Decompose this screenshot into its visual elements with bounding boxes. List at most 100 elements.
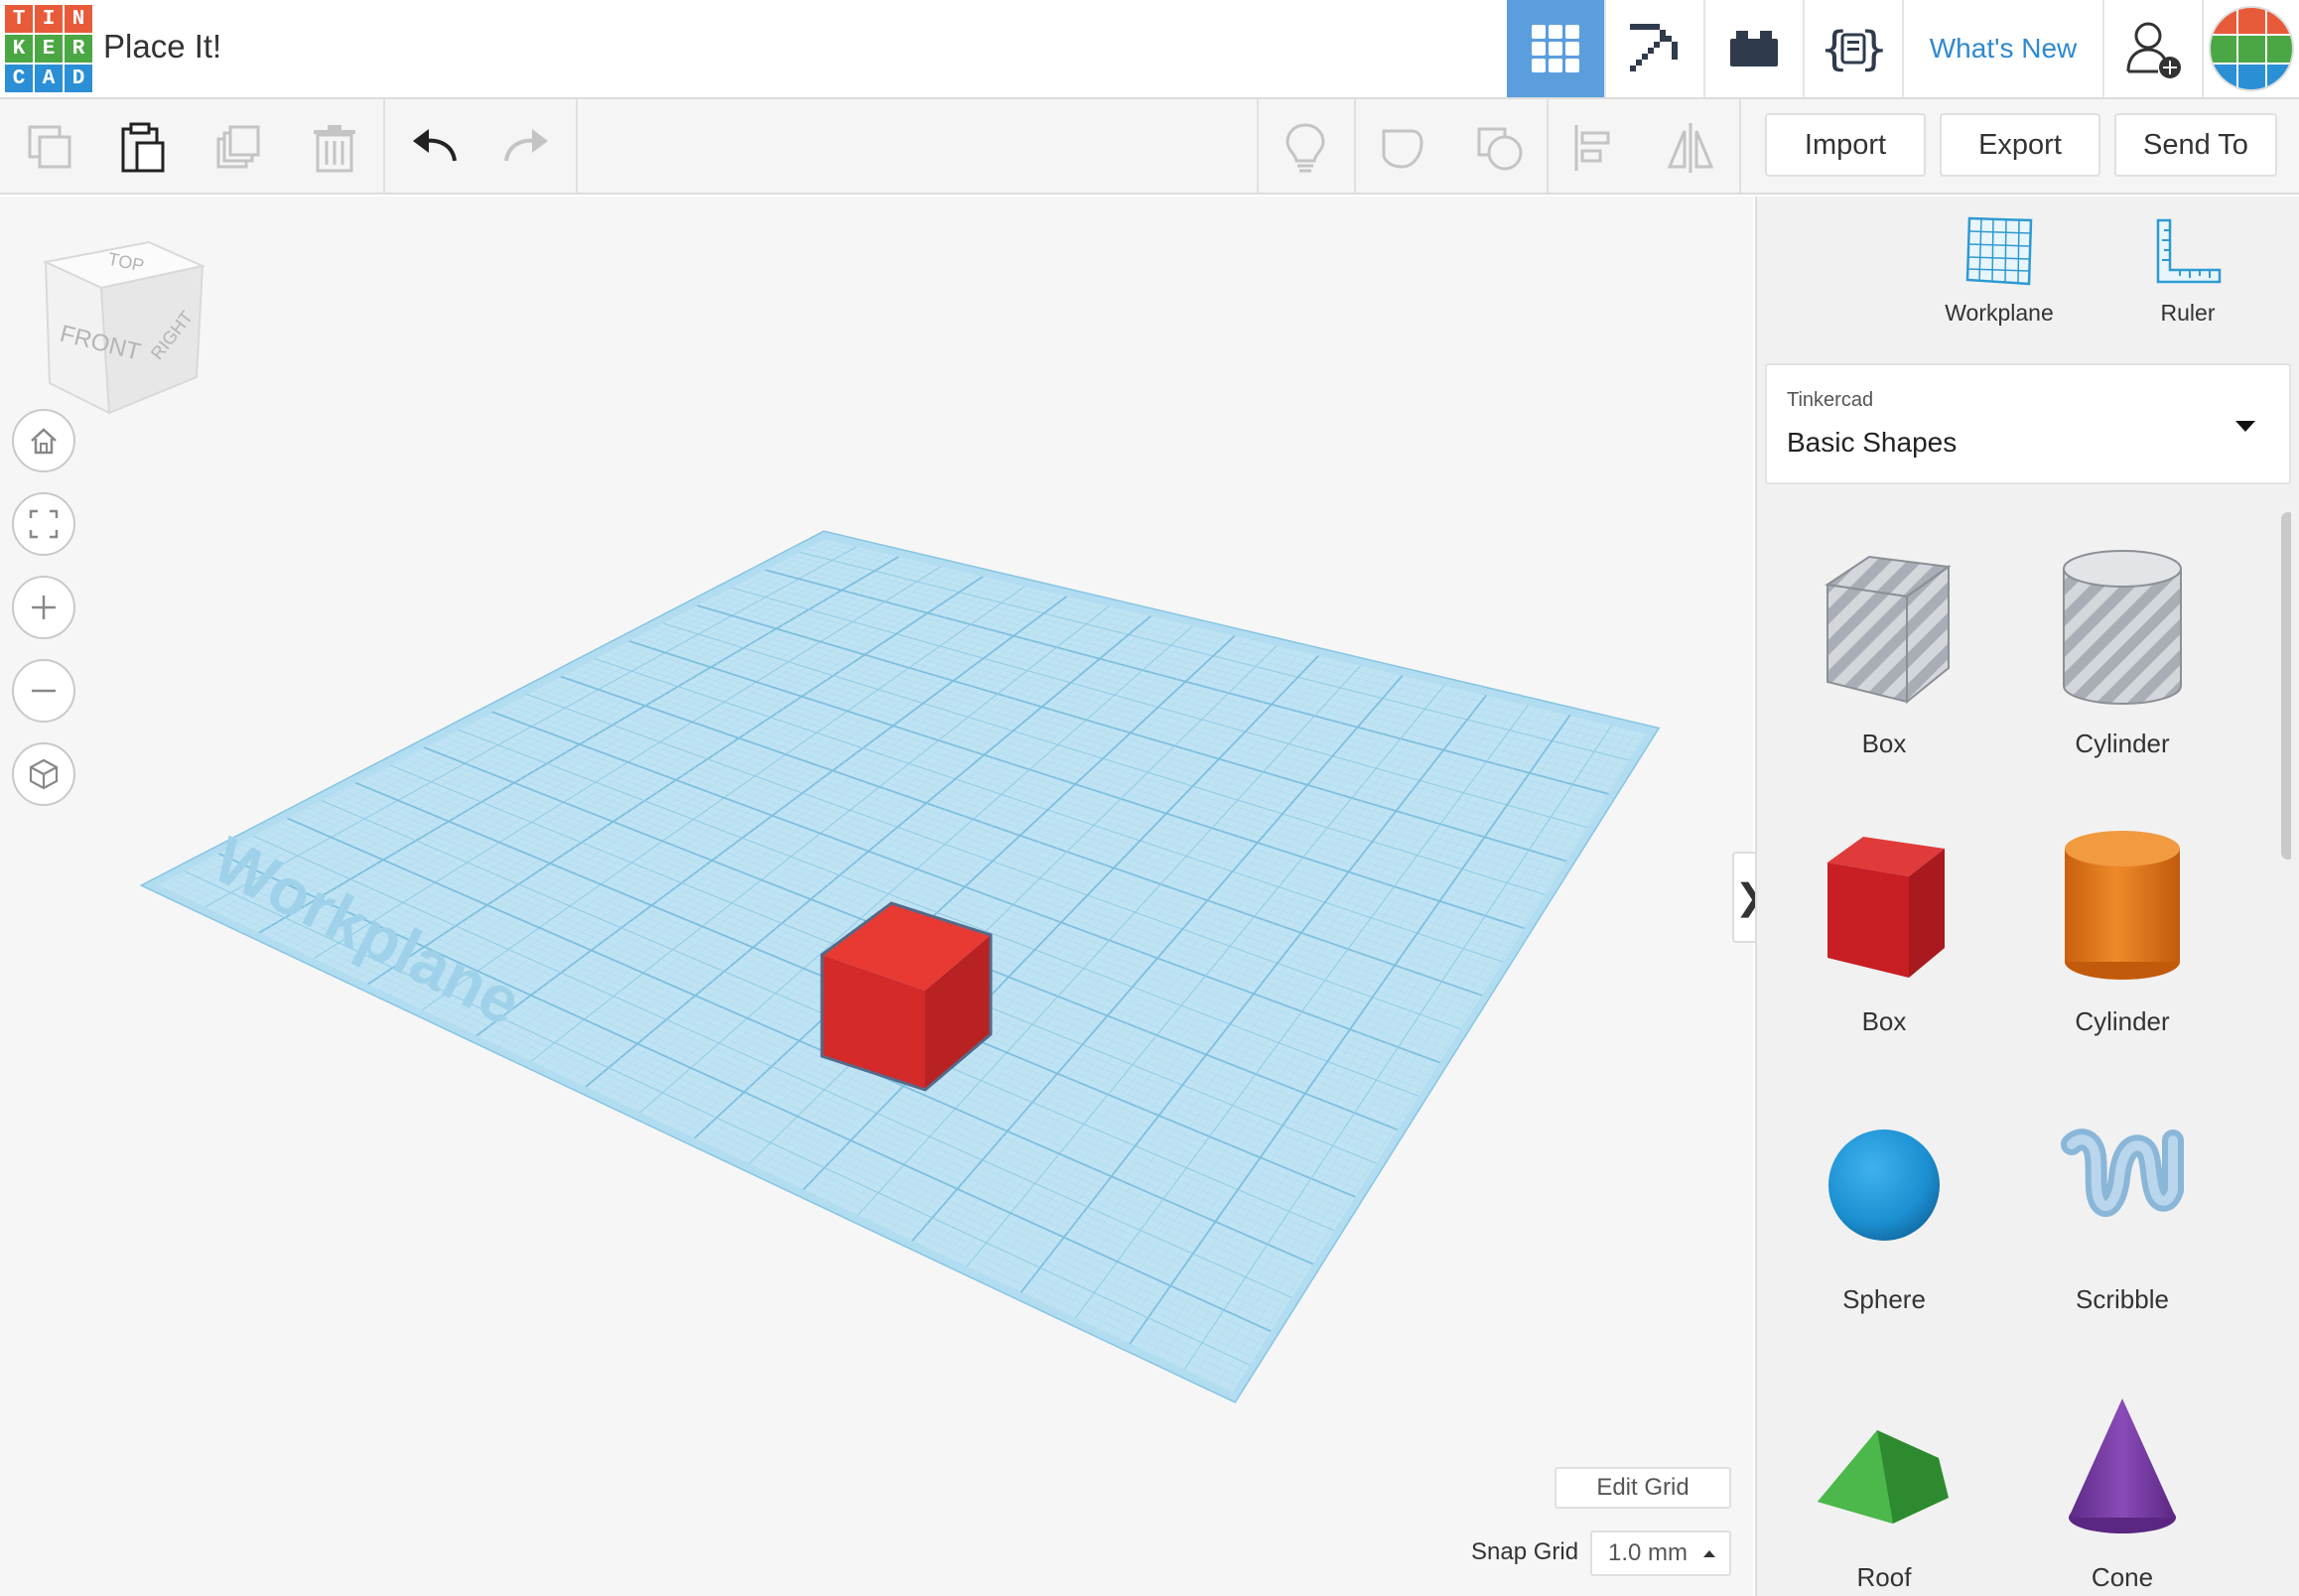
shape-label: Cylinder xyxy=(2075,729,2170,758)
shapes-panel: Workplane Ruler Tinkercad Basic Shapes B… xyxy=(1755,197,2299,1596)
snap-grid-select[interactable]: 1.0 mm xyxy=(1590,1530,1731,1576)
shape-label: Box xyxy=(1861,1006,1907,1036)
minecraft-view-button[interactable] xyxy=(1604,0,1703,97)
shape-box-hole[interactable]: Box xyxy=(1765,540,2003,818)
3d-design-view-button[interactable] xyxy=(1507,0,1604,97)
library-provider: Tinkercad xyxy=(1787,389,1874,411)
tinkercad-app: T I N K E R C A D Place It! {} What's N… xyxy=(0,0,2299,1596)
tinkercad-logo[interactable]: T I N K E R C A D xyxy=(5,5,92,92)
ungroup-button[interactable] xyxy=(1467,115,1533,181)
group-icon xyxy=(1382,129,1423,169)
sphere-thumbnail xyxy=(1828,1130,1940,1241)
snap-grid-label: Snap Grid xyxy=(1471,1538,1579,1565)
align-button[interactable] xyxy=(1562,115,1628,181)
snap-grid-value: 1.0 mm xyxy=(1608,1539,1689,1566)
workplane-tool-label: Workplane xyxy=(1945,300,2054,326)
shape-label: Cylinder xyxy=(2075,1006,2170,1036)
group-button[interactable] xyxy=(1372,115,1437,181)
import-button[interactable]: Import xyxy=(1765,113,1926,177)
user-avatar-button[interactable] xyxy=(2202,0,2299,97)
workplane-tool[interactable]: Workplane xyxy=(1890,214,2108,327)
shape-cylinder-hole[interactable]: Cylinder xyxy=(2003,540,2241,818)
scribble-thumbnail xyxy=(2061,1129,2184,1217)
export-button[interactable]: Export xyxy=(1940,113,2100,177)
delete-icon xyxy=(314,125,355,173)
send-to-button[interactable]: Send To xyxy=(2114,113,2277,177)
logo-letter: N xyxy=(65,5,92,33)
redo-icon xyxy=(504,129,548,162)
toolbar-divider xyxy=(1739,99,1741,193)
box-thumbnail xyxy=(1827,837,1945,978)
shape-library-select[interactable]: Tinkercad Basic Shapes xyxy=(1765,363,2291,484)
edit-grid-button[interactable]: Edit Grid xyxy=(1555,1467,1731,1509)
ungroup-icon xyxy=(1477,127,1523,171)
logo-letter: A xyxy=(35,65,63,92)
cone-thumbnail xyxy=(2069,1398,2176,1533)
notes-button[interactable] xyxy=(1273,115,1338,181)
svg-text:{: { xyxy=(1821,22,1848,75)
logo-letter: I xyxy=(35,5,63,33)
shape-box[interactable]: Box xyxy=(1765,818,2003,1096)
project-title[interactable]: Place It! xyxy=(103,28,221,66)
ruler-icon xyxy=(2156,218,2222,284)
workplane[interactable]: Workplane xyxy=(0,197,1753,1596)
ruler-tool-label: Ruler xyxy=(2160,300,2216,326)
cylinder-thumbnail xyxy=(2065,831,2180,980)
caret-down-icon xyxy=(2235,421,2255,432)
shape-cylinder[interactable]: Cylinder xyxy=(2003,818,2241,1096)
whats-new-button[interactable]: What's New xyxy=(1902,0,2102,97)
shape-cone[interactable]: Cone xyxy=(2003,1374,2241,1596)
logo-letter: K xyxy=(5,35,33,63)
logo-letter: D xyxy=(65,65,92,92)
shape-label: Cone xyxy=(2091,1562,2154,1592)
shape-label: Sphere xyxy=(1842,1284,1926,1314)
shape-sphere[interactable]: Sphere xyxy=(1765,1096,2003,1374)
paste-icon xyxy=(121,122,165,173)
toolbar-divider xyxy=(1257,99,1259,193)
ruler-tool[interactable]: Ruler xyxy=(2079,214,2297,327)
align-icon xyxy=(1574,125,1610,171)
duplicate-button[interactable] xyxy=(206,115,272,181)
logo-letter: R xyxy=(65,35,92,63)
logo-letter: T xyxy=(5,5,33,33)
copy-icon xyxy=(28,125,71,169)
cylinder-hole-thumbnail xyxy=(2063,550,2182,705)
roof-thumbnail xyxy=(1818,1430,1949,1524)
toolbar-divider xyxy=(576,99,578,193)
pickaxe-icon xyxy=(1630,24,1678,71)
whats-new-label: What's New xyxy=(1929,33,2078,64)
grid-view-icon xyxy=(1532,25,1579,72)
undo-button[interactable] xyxy=(401,115,467,181)
redo-button[interactable] xyxy=(494,115,560,181)
3d-viewport[interactable]: TOP FRONT RIGHT Workplane Edit Grid Snap… xyxy=(0,197,1753,1596)
shape-roof[interactable]: Roof xyxy=(1765,1374,2003,1596)
codeblocks-icon: { } xyxy=(1821,22,1888,75)
logo-letter: C xyxy=(5,65,33,92)
mirror-button[interactable] xyxy=(1658,115,1723,181)
box-hole-thumbnail xyxy=(1825,555,1952,705)
paste-button[interactable] xyxy=(109,115,175,181)
copy-button[interactable] xyxy=(18,115,83,181)
avatar xyxy=(2209,6,2294,91)
library-category: Basic Shapes xyxy=(1787,427,1958,458)
notes-icon xyxy=(1285,123,1325,173)
undo-icon xyxy=(413,129,457,162)
edit-toolbar: Import Export Send To xyxy=(0,99,2299,195)
bricks-icon xyxy=(1730,31,1778,66)
shape-label: Box xyxy=(1861,729,1907,758)
add-user-button[interactable] xyxy=(2102,0,2202,97)
panel-scrollbar[interactable] xyxy=(2281,512,2291,860)
toolbar-divider xyxy=(1354,99,1356,193)
duplicate-icon xyxy=(216,125,260,169)
shape-scribble[interactable]: Scribble xyxy=(2003,1096,2241,1374)
codeblocks-button[interactable]: { } xyxy=(1803,0,1902,97)
top-bar: T I N K E R C A D Place It! {} What's N… xyxy=(0,0,2299,99)
delete-button[interactable] xyxy=(302,115,367,181)
bricks-view-button[interactable] xyxy=(1703,0,1803,97)
workplane-icon xyxy=(1965,216,2033,286)
logo-letter: E xyxy=(35,35,63,63)
shape-grid: Box Cylinder Box Cylinder Sphere Scribbl… xyxy=(1765,506,2291,1596)
shape-label: Roof xyxy=(1856,1562,1912,1592)
toolbar-divider xyxy=(1547,99,1549,193)
add-user-icon xyxy=(2126,22,2181,78)
